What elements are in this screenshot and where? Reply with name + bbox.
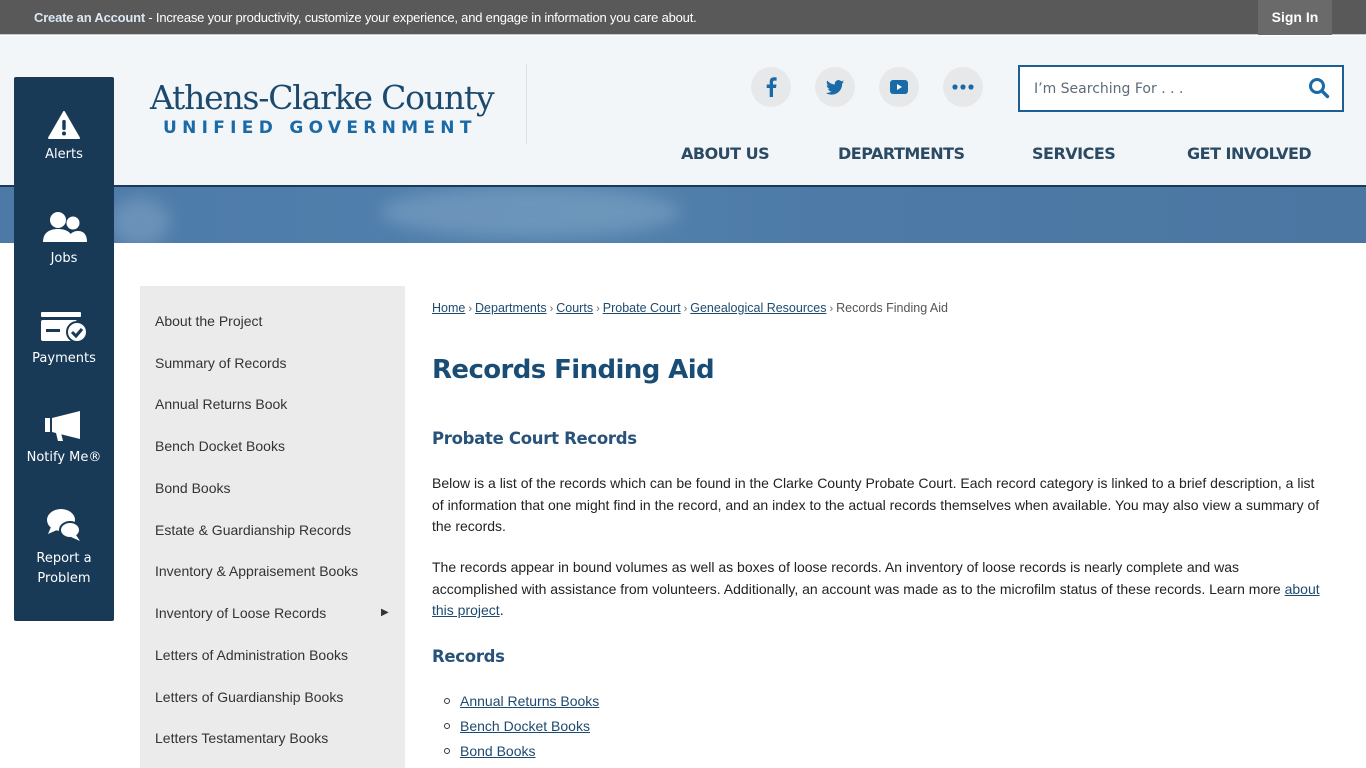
section-heading: Probate Court Records xyxy=(432,429,637,448)
subnav-item[interactable]: Letters of Administration Books xyxy=(155,647,348,663)
records-list: Annual Returns Books Bench Docket Books … xyxy=(432,690,599,765)
subnav-item[interactable]: About the Project xyxy=(155,313,262,329)
record-link[interactable]: Bond Books xyxy=(460,743,536,759)
logo-divider xyxy=(526,64,527,144)
quick-link-label: Report a xyxy=(36,551,92,566)
quick-link-label: Jobs xyxy=(50,251,78,266)
quick-link-label: Problem xyxy=(37,571,91,586)
section-sidebar-nav: About the Project Summary of Records Ann… xyxy=(140,286,405,768)
page-title: Records Finding Aid xyxy=(432,355,715,385)
subnav-item[interactable]: Letters Testamentary Books xyxy=(155,730,328,746)
quick-links-panel: Alerts Jobs Payments Notify Me® Report a… xyxy=(14,77,114,621)
top-account-bar: Create an Account - Increase your produc… xyxy=(0,0,1366,35)
subnav-item[interactable]: Bond Books xyxy=(155,480,231,496)
search-icon xyxy=(1309,78,1330,99)
section-heading: Records xyxy=(432,647,505,666)
breadcrumb-link[interactable]: Genealogical Resources xyxy=(690,301,826,315)
project-paragraph-end: . xyxy=(499,602,504,618)
record-link[interactable]: Bench Docket Books xyxy=(460,718,590,734)
quick-link-alerts[interactable]: Alerts xyxy=(14,111,114,165)
banner-cloud xyxy=(110,197,170,243)
account-promo: Create an Account - Increase your produc… xyxy=(34,10,697,25)
subnav-item[interactable]: Estate & Guardianship Records xyxy=(155,522,351,538)
project-paragraph-text: The records appear in bound volumes as w… xyxy=(432,559,1285,597)
youtube-button[interactable] xyxy=(879,67,919,107)
breadcrumb-separator: › xyxy=(596,303,600,315)
nav-about-us[interactable]: ABOUT US xyxy=(681,144,770,163)
banner-cloud xyxy=(380,187,680,237)
twitter-button[interactable] xyxy=(815,67,855,107)
payments-icon xyxy=(41,312,88,343)
quick-link-label: Notify Me® xyxy=(26,450,102,465)
quick-link-payments[interactable]: Payments xyxy=(14,311,114,369)
record-link[interactable]: Annual Returns Books xyxy=(460,693,599,709)
breadcrumb-separator: › xyxy=(683,303,688,315)
nav-services[interactable]: SERVICES xyxy=(1032,144,1116,163)
quick-link-report-problem[interactable]: Report a Problem xyxy=(14,507,114,589)
subnav-item[interactable]: Letters of Guardianship Books xyxy=(155,689,343,705)
megaphone-icon xyxy=(45,411,80,441)
quick-link-notify-me[interactable]: Notify Me® xyxy=(14,410,114,468)
facebook-button[interactable] xyxy=(751,67,791,107)
jobs-icon xyxy=(43,212,87,242)
facebook-icon xyxy=(766,77,777,97)
list-item: Bond Books xyxy=(432,740,599,765)
expand-arrow-icon[interactable]: ▶ xyxy=(381,607,389,618)
logo-title: Athens-Clarke County xyxy=(150,78,495,117)
quick-link-label: Payments xyxy=(32,351,96,366)
breadcrumb-link[interactable]: Courts xyxy=(556,301,593,315)
breadcrumb-link[interactable]: Departments xyxy=(475,301,547,315)
breadcrumb-separator: › xyxy=(829,303,834,315)
hero-banner xyxy=(0,185,1366,243)
breadcrumb-separator: › xyxy=(468,303,473,315)
subnav-item[interactable]: Summary of Records xyxy=(155,355,286,371)
subnav-item[interactable]: Bench Docket Books xyxy=(155,438,285,454)
chat-icon xyxy=(47,509,81,541)
search-input[interactable] xyxy=(1034,77,1294,101)
subnav-item[interactable]: Annual Returns Book xyxy=(155,396,287,412)
breadcrumb-current: Records Finding Aid xyxy=(836,301,948,315)
quick-link-jobs[interactable]: Jobs xyxy=(14,211,114,269)
more-social-button[interactable] xyxy=(943,67,983,107)
alert-icon xyxy=(48,111,80,139)
quick-link-label: Alerts xyxy=(45,147,83,162)
nav-departments[interactable]: DEPARTMENTS xyxy=(838,144,965,163)
subnav-item[interactable]: Inventory & Appraisement Books xyxy=(155,563,358,579)
breadcrumb-separator: › xyxy=(549,303,554,315)
breadcrumb: Home › Departments › Courts › Probate Court › Ge… xyxy=(432,301,948,315)
subnav-item[interactable]: Inventory of Loose Records xyxy=(155,605,326,621)
project-paragraph: The records appear in bound volumes as w… xyxy=(432,557,1327,622)
site-header: Athens-Clarke County UNIFIED GOVERNMENT … xyxy=(0,36,1366,185)
sign-in-button[interactable]: Sign In xyxy=(1258,0,1332,35)
twitter-icon xyxy=(826,79,844,95)
breadcrumb-link[interactable]: Home xyxy=(432,301,465,315)
intro-paragraph: Below is a list of the records which can… xyxy=(432,475,1320,534)
breadcrumb-link[interactable]: Probate Court xyxy=(603,301,681,315)
list-item: Annual Returns Books xyxy=(432,690,599,715)
more-icon xyxy=(952,84,974,90)
site-search xyxy=(1018,65,1344,112)
create-account-link[interactable]: Create an Account xyxy=(34,10,145,25)
site-logo[interactable]: Athens-Clarke County UNIFIED GOVERNMENT xyxy=(150,78,495,138)
account-promo-text: - Increase your productivity, customize … xyxy=(144,10,697,25)
youtube-icon xyxy=(890,80,908,94)
list-item: Bench Docket Books xyxy=(432,715,599,740)
nav-get-involved[interactable]: GET INVOLVED xyxy=(1187,144,1312,163)
search-button[interactable] xyxy=(1308,77,1332,101)
logo-subtitle: UNIFIED GOVERNMENT xyxy=(163,118,477,138)
